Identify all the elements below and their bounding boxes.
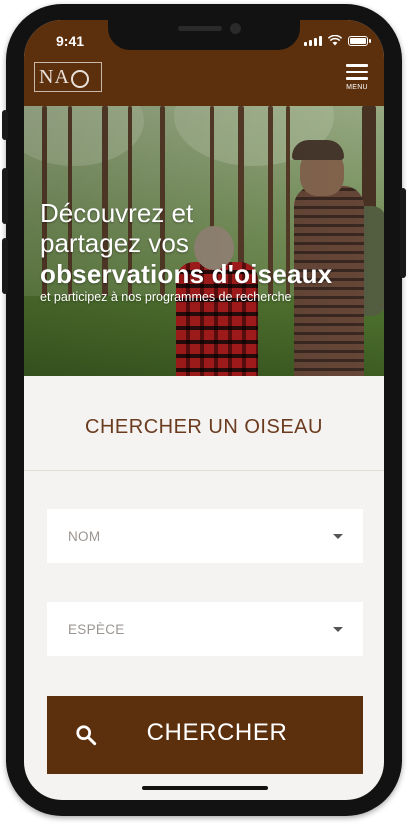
search-button-label: CHERCHER	[146, 719, 288, 746]
menu-label: MENU	[346, 83, 368, 91]
hero-headline-line3: observations d'oiseaux	[40, 259, 333, 289]
speaker-grille	[178, 26, 222, 31]
phone-mute-switch	[2, 110, 8, 140]
status-time: 9:41	[56, 33, 85, 49]
name-select-label: NOM	[68, 528, 101, 544]
front-camera	[230, 23, 241, 34]
species-select[interactable]: ESPÈCE	[47, 602, 363, 656]
phone-power-button	[400, 188, 406, 278]
hero-subtitle: et participez à nos programmes de recher…	[40, 290, 292, 304]
hamburger-icon	[342, 64, 372, 80]
ring-logo-icon	[70, 70, 89, 88]
hero-headline-line2: partagez vos	[40, 228, 189, 258]
app-header: 9:41 NA MENU	[24, 20, 384, 106]
home-indicator[interactable]	[142, 786, 268, 790]
name-select[interactable]: NOM	[47, 509, 363, 563]
phone-volume-down-button	[2, 238, 8, 294]
hero-headline-line1: Découvrez et	[40, 198, 194, 228]
search-section-title: CHERCHER UN OISEAU	[85, 416, 323, 438]
hero-text: Découvrez et partagez vos observations d…	[40, 198, 332, 304]
app-screen: 9:41 NA MENU Découvrez et partagez vos o…	[24, 20, 384, 800]
phone-notch	[108, 20, 300, 50]
menu-button[interactable]: MENU	[342, 64, 372, 91]
species-select-label: ESPÈCE	[68, 621, 125, 637]
signal-icon	[304, 35, 322, 46]
section-divider	[24, 470, 384, 471]
wifi-icon	[328, 35, 342, 46]
hero-banner: Découvrez et partagez vos observations d…	[24, 106, 384, 376]
chevron-down-icon	[333, 627, 343, 632]
status-icons	[304, 35, 371, 46]
app-logo[interactable]: NA	[34, 62, 102, 92]
chevron-down-icon	[333, 534, 343, 539]
search-button[interactable]: CHERCHER	[47, 696, 363, 774]
logo-text: NA	[39, 65, 70, 88]
battery-icon	[348, 35, 371, 46]
phone-volume-up-button	[2, 168, 8, 224]
